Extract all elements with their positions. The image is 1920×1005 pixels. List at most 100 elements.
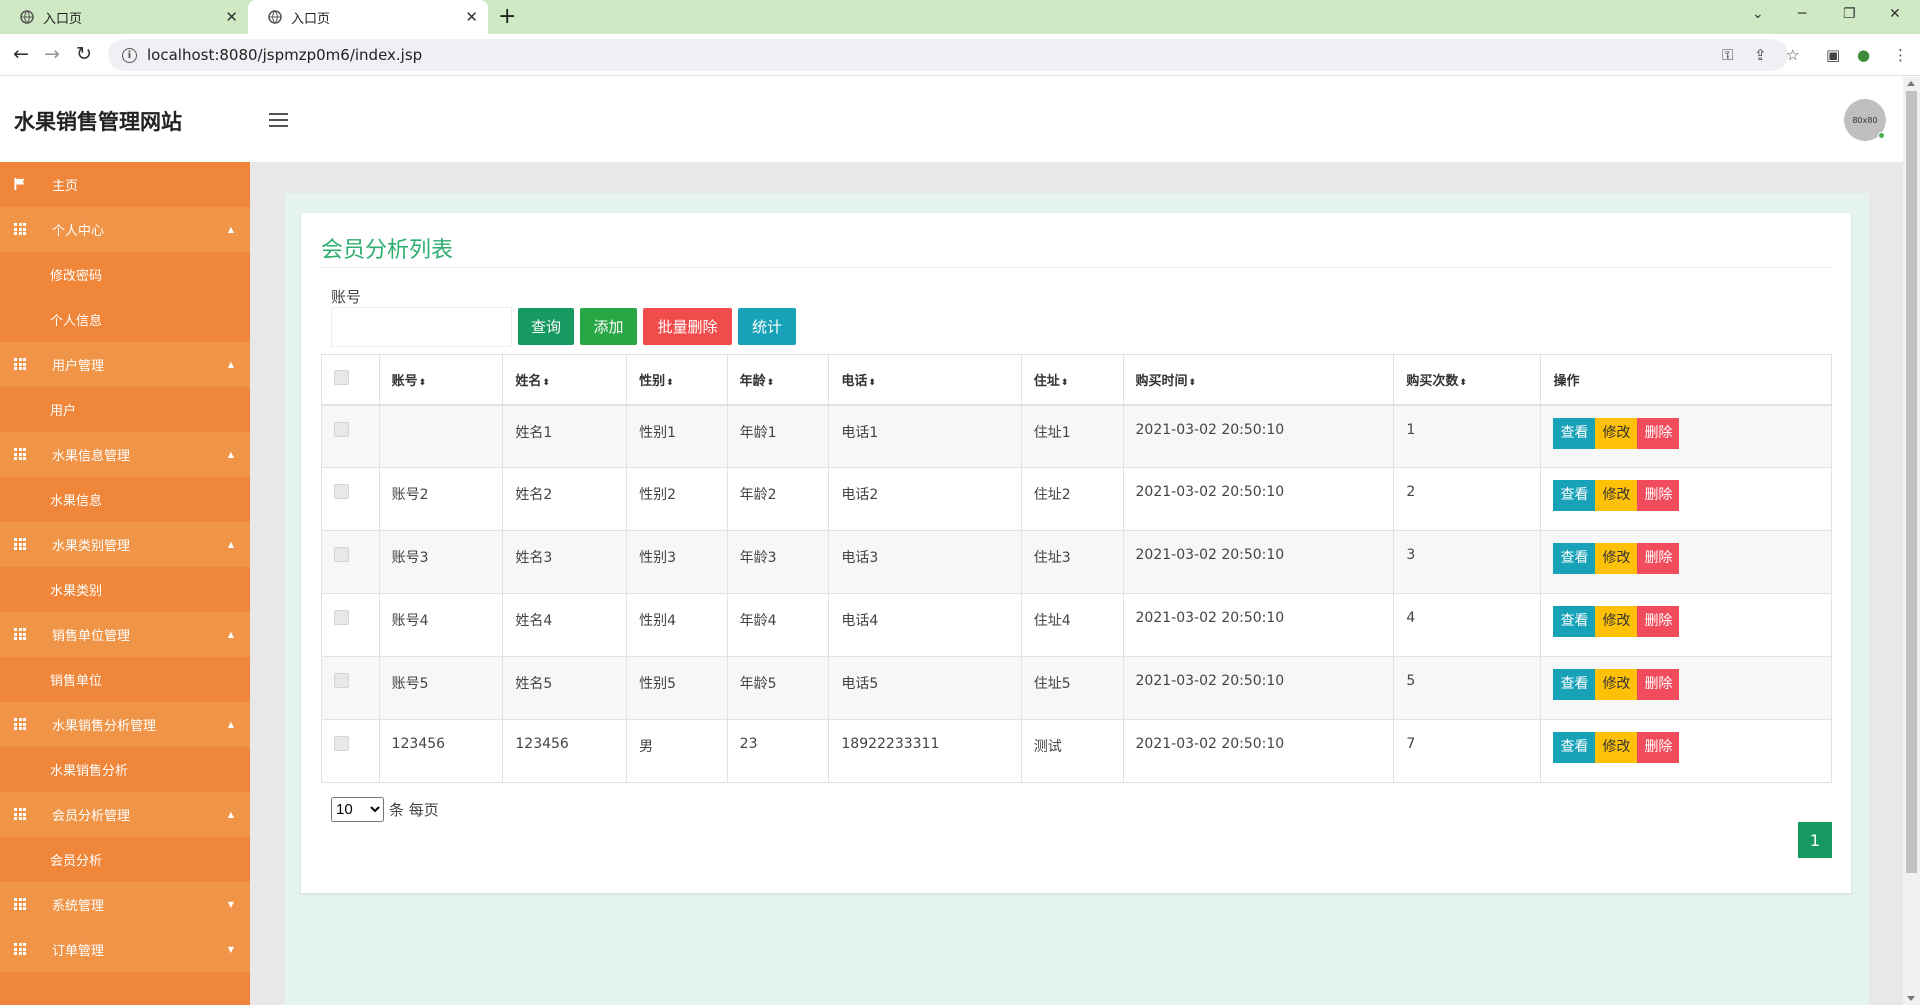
reload-icon[interactable]: ↻: [76, 43, 92, 65]
site-info-icon[interactable]: i: [122, 47, 137, 63]
sidebar-item[interactable]: 销售单位管理 ▲: [0, 612, 250, 657]
sort-icon[interactable]: ⬍: [542, 378, 550, 388]
sort-icon[interactable]: ⬍: [1061, 378, 1069, 388]
close-tab-icon[interactable]: ✕: [465, 8, 478, 26]
delete-button[interactable]: 删除: [1637, 606, 1680, 637]
delete-button[interactable]: 删除: [1637, 732, 1680, 763]
close-tab-icon[interactable]: ✕: [225, 8, 238, 26]
sidebar-item[interactable]: 用户管理 ▲: [0, 342, 250, 387]
chevron-up-icon[interactable]: ▲: [228, 630, 234, 639]
edit-button[interactable]: 修改: [1595, 732, 1638, 763]
account-search-input[interactable]: [331, 307, 512, 347]
page-size-select[interactable]: 10: [331, 797, 384, 822]
select-all-checkbox[interactable]: [334, 369, 349, 385]
forward-icon[interactable]: →: [44, 43, 60, 65]
sidebar-item[interactable]: 水果销售分析管理 ▲: [0, 702, 250, 747]
back-icon[interactable]: ←: [13, 43, 29, 65]
row-checkbox[interactable]: [334, 736, 349, 751]
column-header-purchase-count[interactable]: 购买次数⬍: [1393, 354, 1542, 406]
sidebar-item[interactable]: 个人中心 ▲: [0, 207, 250, 252]
view-button[interactable]: 查看: [1553, 417, 1596, 449]
view-button[interactable]: 查看: [1553, 669, 1596, 700]
chevron-up-icon[interactable]: ▲: [228, 360, 234, 369]
sidebar-item[interactable]: 水果类别管理 ▲: [0, 522, 250, 567]
minimize-icon[interactable]: ─: [1798, 6, 1806, 22]
query-button[interactable]: 查询: [518, 308, 574, 345]
profile-icon[interactable]: ●: [1857, 46, 1870, 64]
sidebar-item[interactable]: 销售单位: [0, 657, 250, 702]
row-checkbox[interactable]: [334, 484, 349, 499]
sidebar-item[interactable]: 修改密码: [0, 252, 250, 297]
share-icon[interactable]: ⇪: [1754, 46, 1767, 64]
batch-delete-button[interactable]: 批量删除: [643, 308, 732, 345]
restore-icon[interactable]: ❐: [1843, 6, 1856, 22]
scrollbar-thumb[interactable]: [1906, 91, 1917, 873]
window-close-icon[interactable]: ✕: [1889, 6, 1901, 22]
column-header-gender[interactable]: 性别⬍: [626, 354, 728, 406]
sidebar-item[interactable]: 主页: [0, 162, 250, 207]
sort-icon[interactable]: ⬍: [1459, 378, 1467, 388]
view-button[interactable]: 查看: [1553, 543, 1596, 574]
sidebar-item[interactable]: 会员分析管理 ▲: [0, 792, 250, 837]
column-header-purchase-time[interactable]: 购买时间⬍: [1122, 354, 1395, 406]
chevron-up-icon[interactable]: ▲: [228, 540, 234, 549]
sidebar-item[interactable]: 水果类别: [0, 567, 250, 612]
sidebar-item[interactable]: 订单管理 ▼: [0, 927, 250, 972]
delete-button[interactable]: 删除: [1637, 417, 1680, 449]
avatar[interactable]: 80x80: [1844, 99, 1886, 141]
edit-button[interactable]: 修改: [1595, 669, 1638, 700]
scroll-up-arrow-icon[interactable]: [1907, 81, 1915, 86]
sidebar-item[interactable]: 用户: [0, 387, 250, 432]
chevron-up-icon[interactable]: ▲: [228, 225, 234, 234]
sort-icon[interactable]: ⬍: [666, 378, 674, 388]
add-button[interactable]: 添加: [580, 308, 637, 345]
sort-icon[interactable]: ⬍: [419, 378, 427, 388]
scroll-down-arrow-icon[interactable]: [1907, 996, 1915, 1001]
tab-search-chevron-icon[interactable]: ⌄: [1752, 6, 1764, 22]
chevron-up-icon[interactable]: ▲: [228, 810, 234, 819]
key-icon[interactable]: ⚿: [1722, 46, 1733, 64]
edit-button[interactable]: 修改: [1595, 606, 1638, 637]
vertical-scrollbar[interactable]: [1903, 77, 1920, 1005]
edit-button[interactable]: 修改: [1595, 417, 1638, 449]
column-header-phone[interactable]: 电话⬍: [828, 354, 1022, 406]
hamburger-menu-icon[interactable]: [269, 113, 288, 127]
url-field[interactable]: i localhost:8080/jspmzp0m6/index.jsp: [108, 39, 1788, 71]
sidebar-item[interactable]: 会员分析: [0, 837, 250, 882]
new-tab-icon[interactable]: +: [498, 5, 516, 29]
sort-icon[interactable]: ⬍: [1189, 378, 1197, 388]
browser-tab-active[interactable]: 入口页 ✕: [248, 0, 488, 34]
row-checkbox[interactable]: [334, 547, 349, 562]
kebab-menu-icon[interactable]: ⋮: [1893, 46, 1908, 64]
sidebar-item[interactable]: 水果信息管理 ▲: [0, 432, 250, 477]
edit-button[interactable]: 修改: [1595, 543, 1638, 574]
sidepanel-icon[interactable]: ▣: [1826, 46, 1840, 64]
chevron-up-icon[interactable]: ▲: [228, 450, 234, 459]
sidebar-item[interactable]: 系统管理 ▼: [0, 882, 250, 927]
sidebar-item[interactable]: 个人信息: [0, 297, 250, 342]
sidebar-item[interactable]: 水果销售分析: [0, 747, 250, 792]
bookmark-star-icon[interactable]: ☆: [1786, 46, 1799, 64]
column-header-name[interactable]: 姓名⬍: [502, 354, 628, 406]
column-header-account[interactable]: 账号⬍: [378, 354, 504, 406]
row-checkbox[interactable]: [334, 421, 349, 437]
browser-tab[interactable]: 入口页 ✕: [0, 0, 248, 34]
statistics-button[interactable]: 统计: [738, 308, 796, 345]
chevron-up-icon[interactable]: ▲: [228, 720, 234, 729]
edit-button[interactable]: 修改: [1595, 480, 1638, 511]
delete-button[interactable]: 删除: [1637, 480, 1680, 511]
view-button[interactable]: 查看: [1553, 606, 1596, 637]
chevron-down-icon[interactable]: ▼: [228, 945, 234, 954]
column-header-address[interactable]: 住址⬍: [1020, 354, 1124, 406]
chevron-down-icon[interactable]: ▼: [228, 900, 234, 909]
sort-icon[interactable]: ⬍: [868, 378, 876, 388]
row-checkbox[interactable]: [334, 673, 349, 688]
view-button[interactable]: 查看: [1553, 732, 1596, 763]
pagination-page-1[interactable]: 1: [1798, 822, 1832, 858]
delete-button[interactable]: 删除: [1637, 669, 1680, 700]
row-checkbox[interactable]: [334, 610, 349, 625]
sidebar-item[interactable]: 水果信息: [0, 477, 250, 522]
delete-button[interactable]: 删除: [1637, 543, 1680, 574]
view-button[interactable]: 查看: [1553, 480, 1596, 511]
column-header-age[interactable]: 年龄⬍: [726, 354, 830, 406]
